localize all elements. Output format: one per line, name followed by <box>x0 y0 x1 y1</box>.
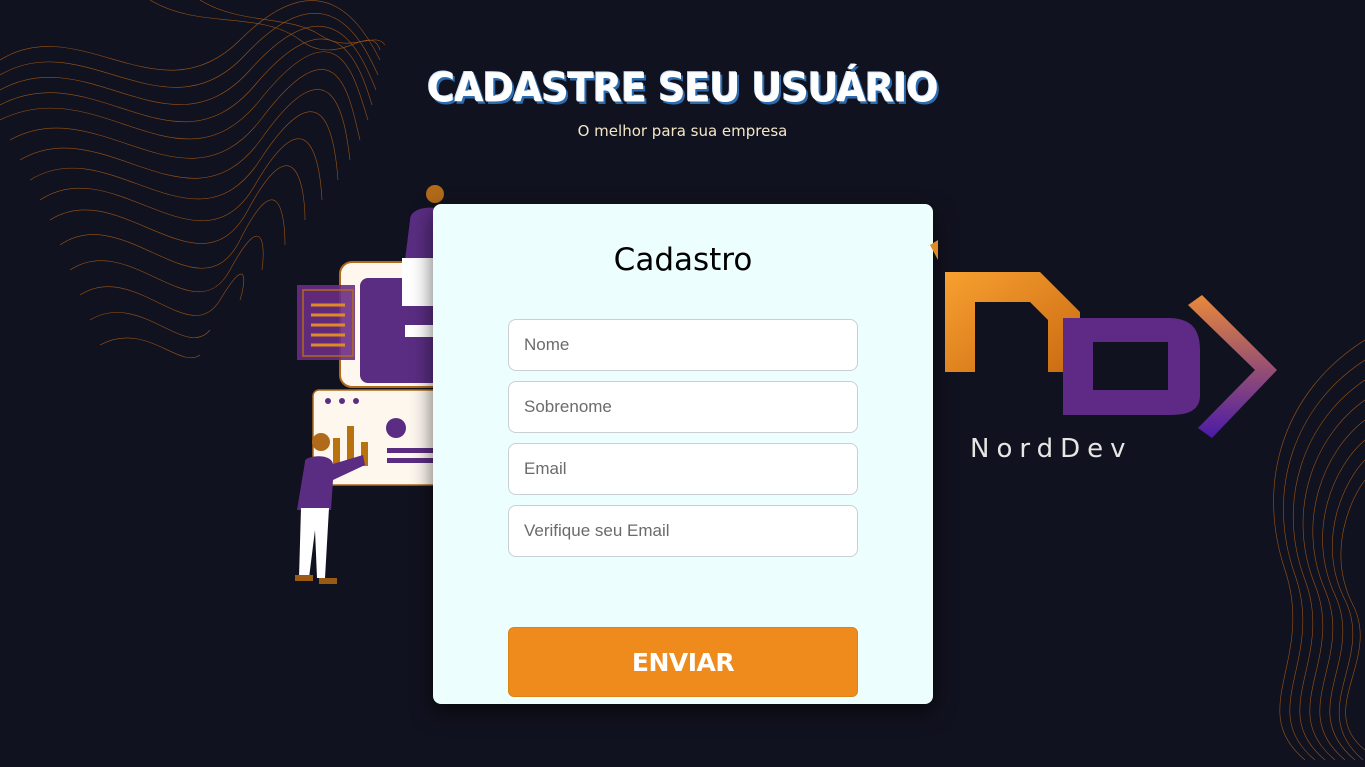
form-title: Cadastro <box>613 242 753 278</box>
confirm-email-input[interactable] <box>508 505 858 557</box>
name-input[interactable] <box>508 319 858 371</box>
submit-button[interactable]: ENVIAR <box>508 627 858 697</box>
brand-name: NordDev <box>970 434 1133 464</box>
surname-input[interactable] <box>508 381 858 433</box>
dashboard-illustration <box>295 185 455 584</box>
page: CADASTRE SEU USUÁRIO O melhor para sua e… <box>0 0 1365 767</box>
registration-card: Cadastro ENVIAR <box>433 204 933 704</box>
page-title: CADASTRE SEU USUÁRIO <box>427 64 938 112</box>
email-input[interactable] <box>508 443 858 495</box>
page-subtitle: O melhor para sua empresa <box>577 122 788 140</box>
